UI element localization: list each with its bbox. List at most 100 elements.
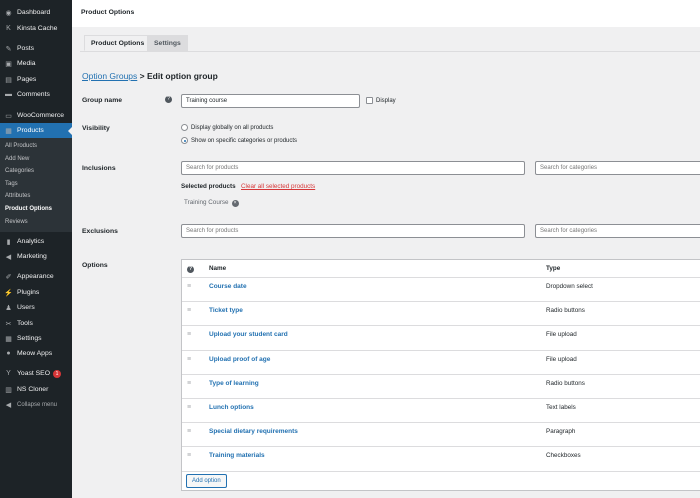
radio-label: Show on specific categories or products [191, 138, 297, 144]
option-name-link[interactable]: Training materials [209, 452, 265, 459]
submenu-item-reviews[interactable]: Reviews [5, 219, 28, 225]
tab-settings[interactable]: Settings [147, 35, 188, 51]
sidebar-item-kinsta-cache[interactable]: K Kinsta Cache [0, 21, 72, 36]
sidebar-item-label: Marketing [17, 253, 47, 260]
remove-icon[interactable]: × [232, 200, 239, 207]
pages-icon: ▤ [4, 75, 13, 84]
option-name-link[interactable]: Lunch options [209, 404, 254, 411]
sidebar-item-label: Kinsta Cache [17, 25, 57, 32]
option-name-link[interactable]: Upload proof of age [209, 356, 270, 363]
display-checkbox[interactable]: Display [366, 97, 396, 104]
page-title: Option Groups > Edit option group [82, 71, 218, 81]
column-header-name: Name [209, 260, 226, 277]
radio-button[interactable] [181, 124, 188, 131]
pin-icon: ✎ [4, 44, 13, 53]
option-type: Dropdown select [546, 283, 593, 290]
option-name-link[interactable]: Ticket type [209, 307, 243, 314]
header-title: Product Options [81, 9, 134, 16]
sidebar-item-comments[interactable]: ▬Comments [0, 87, 72, 102]
sidebar-item-posts[interactable]: ✎ Posts [0, 41, 72, 56]
breadcrumb-option-groups-link[interactable]: Option Groups [82, 71, 137, 81]
sidebar-item-settings[interactable]: ▦Settings [0, 331, 72, 346]
sidebar-item-dashboard[interactable]: ◉Dashboard [0, 5, 72, 20]
option-name-link[interactable]: Upload your student card [209, 331, 288, 338]
selected-products-label: Selected products [181, 183, 236, 190]
table-row[interactable]: ≡Lunch optionsText labels [182, 398, 700, 422]
drag-handle-icon[interactable]: ≡ [187, 452, 191, 459]
option-name-link[interactable]: Special dietary requirements [209, 428, 298, 435]
sidebar-item-appearance[interactable]: ✐Appearance [0, 269, 72, 284]
sidebar-item-products[interactable]: ▦Products [0, 123, 72, 138]
drag-handle-icon[interactable]: ≡ [187, 404, 191, 411]
option-name-link[interactable]: Type of learning [209, 380, 259, 387]
submenu-item-add-new[interactable]: Add New [5, 156, 29, 162]
sidebar-item-label: Posts [17, 45, 34, 52]
exclusions-product-search[interactable]: Search for products [181, 224, 525, 238]
sidebar-item-label: NS Cloner [17, 386, 48, 393]
cloner-icon: ▥ [4, 385, 13, 394]
help-icon[interactable]: ? [187, 260, 194, 277]
sidebar-item-meow-apps[interactable]: ●Meow Apps [0, 346, 72, 361]
drag-handle-icon[interactable]: ≡ [187, 428, 191, 435]
analytics-icon: ▮ [4, 237, 13, 246]
drag-handle-icon[interactable]: ≡ [187, 283, 191, 290]
submenu-item-all-products[interactable]: All Products [5, 143, 37, 149]
megaphone-icon: ◀ [4, 252, 13, 261]
add-option-button[interactable]: Add option [186, 474, 227, 488]
checkbox-box[interactable] [366, 97, 373, 104]
inclusions-category-search[interactable]: Search for categories [535, 161, 700, 175]
sidebar-item-users[interactable]: ♟Users [0, 300, 72, 315]
help-icon[interactable]: ? [165, 96, 172, 103]
sidebar-item-plugins[interactable]: ⚡Plugins [0, 285, 72, 300]
visibility-radio-specific[interactable]: Show on specific categories or products [181, 137, 297, 144]
clear-all-link[interactable]: Clear all selected products [241, 183, 315, 190]
plugin-icon: ⚡ [4, 288, 13, 297]
table-row[interactable]: ≡ Course date Dropdown select [182, 277, 700, 301]
breadcrumb-current: > Edit option group [137, 71, 218, 81]
table-row[interactable]: ≡ Type of learning Radio buttons [182, 374, 700, 398]
sidebar-item-yoast-seo[interactable]: YYoast SEO1 [0, 366, 72, 381]
submenu-item-attributes[interactable]: Attributes [5, 193, 30, 199]
drag-handle-icon[interactable]: ≡ [187, 307, 191, 314]
option-type: Paragraph [546, 428, 575, 435]
table-row[interactable]: ≡Upload your student cardFile upload [182, 325, 700, 349]
submenu-item-product-options[interactable]: Product Options [5, 206, 52, 212]
option-type: Radio buttons [546, 380, 585, 387]
table-row[interactable]: ≡Ticket typeRadio buttons [182, 301, 700, 325]
submenu-item-categories[interactable]: Categories [5, 168, 34, 174]
drag-handle-icon[interactable]: ≡ [187, 356, 191, 363]
sidebar-item-pages[interactable]: ▤Pages [0, 72, 72, 87]
tab-product-options[interactable]: Product Options [84, 35, 151, 51]
sidebar-item-collapse-menu[interactable]: ◀Collapse menu [0, 397, 72, 412]
selected-product-chip: Training Course× [184, 199, 239, 207]
options-label: Options [82, 262, 108, 269]
table-row[interactable]: ≡ Special dietary requirements Paragraph [182, 422, 700, 446]
kinsta-icon: K [4, 24, 13, 33]
inclusions-label: Inclusions [82, 165, 116, 172]
drag-handle-icon[interactable]: ≡ [187, 380, 191, 387]
option-name-link[interactable]: Course date [209, 283, 247, 290]
inclusions-product-search[interactable]: Search for products [181, 161, 525, 175]
table-row[interactable]: ≡ Upload proof of age File upload [182, 350, 700, 374]
visibility-radio-global[interactable]: Display globally on all products [181, 124, 273, 131]
group-name-input[interactable]: Training course [181, 94, 360, 108]
exclusions-category-search[interactable]: Search for categories [535, 224, 700, 238]
table-footer-divider [182, 471, 700, 472]
visibility-label: Visibility [82, 125, 110, 132]
media-icon: ▣ [4, 59, 13, 68]
radio-button[interactable] [181, 137, 188, 144]
sidebar-item-label: WooCommerce [17, 112, 64, 119]
submenu-item-tags[interactable]: Tags [5, 181, 18, 187]
sidebar-item-tools[interactable]: ✂Tools [0, 316, 72, 331]
sidebar-item-marketing[interactable]: ◀ Marketing [0, 249, 72, 264]
sidebar-item-ns-cloner[interactable]: ▥ NS Cloner [0, 382, 72, 397]
table-row[interactable]: ≡Training materialsCheckboxes [182, 446, 700, 470]
drag-handle-icon[interactable]: ≡ [187, 331, 191, 338]
sidebar-item-woocommerce[interactable]: ▭WooCommerce [0, 108, 72, 123]
sidebar-item-analytics[interactable]: ▮Analytics [0, 234, 72, 249]
option-type: File upload [546, 356, 577, 363]
products-submenu: All Products Add New Categories Tags Attribu… [0, 138, 72, 232]
sidebar-item-media[interactable]: ▣Media [0, 56, 72, 71]
yoast-icon: Y [4, 369, 13, 378]
sidebar-item-label: Products [17, 127, 44, 134]
